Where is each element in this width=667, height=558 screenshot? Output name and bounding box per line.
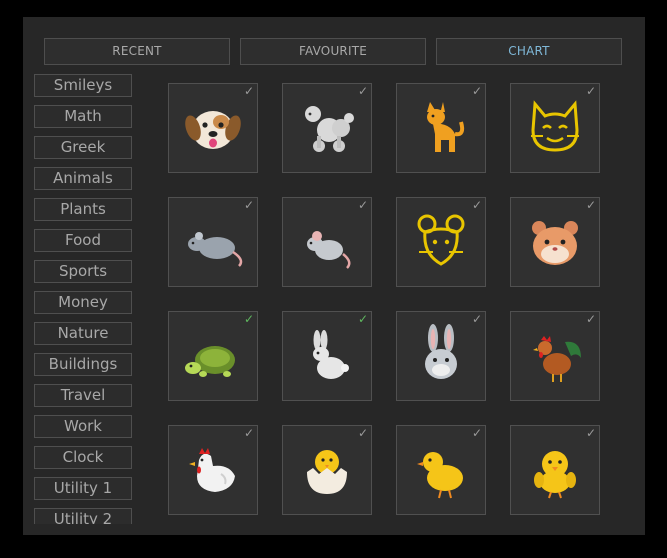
- tab-chart[interactable]: CHART: [436, 38, 622, 65]
- emoji-cell-front-facing-chick[interactable]: ✓: [510, 425, 600, 515]
- emoji-cell-rabbit[interactable]: ✓: [282, 311, 372, 401]
- emoji-cell-poodle[interactable]: ✓: [282, 83, 372, 173]
- tab-recent[interactable]: RECENT: [44, 38, 230, 65]
- emoji-cell-chicken[interactable]: ✓: [168, 425, 258, 515]
- rabbit-icon: [313, 330, 349, 379]
- category-smileys[interactable]: Smileys: [34, 74, 132, 97]
- tab-favourite[interactable]: FAVOURITE: [240, 38, 426, 65]
- rat-icon: [188, 232, 243, 267]
- emoji-picker-panel: RECENT FAVOURITE CHART Smileys Math Gree…: [23, 17, 645, 535]
- category-utility-1[interactable]: Utility 1: [34, 477, 132, 500]
- poodle-icon: [305, 106, 354, 152]
- emoji-cell-cat[interactable]: ✓: [396, 83, 486, 173]
- category-travel[interactable]: Travel: [34, 384, 132, 407]
- category-clock[interactable]: Clock: [34, 446, 132, 469]
- cat-icon: [427, 102, 465, 152]
- hatching-chick-icon: [307, 450, 347, 494]
- front-facing-chick-icon: [534, 451, 576, 499]
- emoji-cell-hatching-chick[interactable]: ✓: [282, 425, 372, 515]
- emoji-cell-dog-face[interactable]: ✓: [168, 83, 258, 173]
- emoji-cell-rat[interactable]: ✓: [168, 197, 258, 287]
- rooster-icon: [533, 336, 581, 382]
- turtle-icon: [185, 346, 235, 377]
- emoji-cell-cat-face-outline[interactable]: ✓: [510, 83, 600, 173]
- chicken-icon: [189, 448, 235, 492]
- emoji-cell-rooster[interactable]: ✓: [510, 311, 600, 401]
- emoji-cell-rabbit-face[interactable]: ✓: [396, 311, 486, 401]
- category-work[interactable]: Work: [34, 415, 132, 438]
- emoji-cell-turtle[interactable]: ✓: [168, 311, 258, 401]
- emoji-cell-mouse[interactable]: ✓: [282, 197, 372, 287]
- category-plants[interactable]: Plants: [34, 198, 132, 221]
- category-math[interactable]: Math: [34, 105, 132, 128]
- rabbit-face-icon: [425, 324, 457, 379]
- category-greek[interactable]: Greek: [34, 136, 132, 159]
- emoji-cell-mouse-face-outline[interactable]: ✓: [396, 197, 486, 287]
- category-animals[interactable]: Animals: [34, 167, 132, 190]
- category-money[interactable]: Money: [34, 291, 132, 314]
- emoji-cell-hamster-face[interactable]: ✓: [510, 197, 600, 287]
- category-nature[interactable]: Nature: [34, 322, 132, 345]
- category-utility-2[interactable]: Utility 2: [34, 508, 132, 524]
- emoji-cell-baby-chick[interactable]: ✓: [396, 425, 486, 515]
- category-buildings[interactable]: Buildings: [34, 353, 132, 376]
- hamster-face-icon: [532, 221, 578, 265]
- cat-face-outline-icon: [531, 100, 579, 152]
- category-food[interactable]: Food: [34, 229, 132, 252]
- mouse-face-outline-icon: [417, 214, 465, 266]
- mouse-icon: [307, 231, 351, 269]
- category-sports[interactable]: Sports: [34, 260, 132, 283]
- category-sidebar[interactable]: Smileys Math Greek Animals Plants Food S…: [34, 74, 134, 524]
- baby-chick-icon: [417, 452, 463, 499]
- dog-face-icon: [185, 111, 241, 149]
